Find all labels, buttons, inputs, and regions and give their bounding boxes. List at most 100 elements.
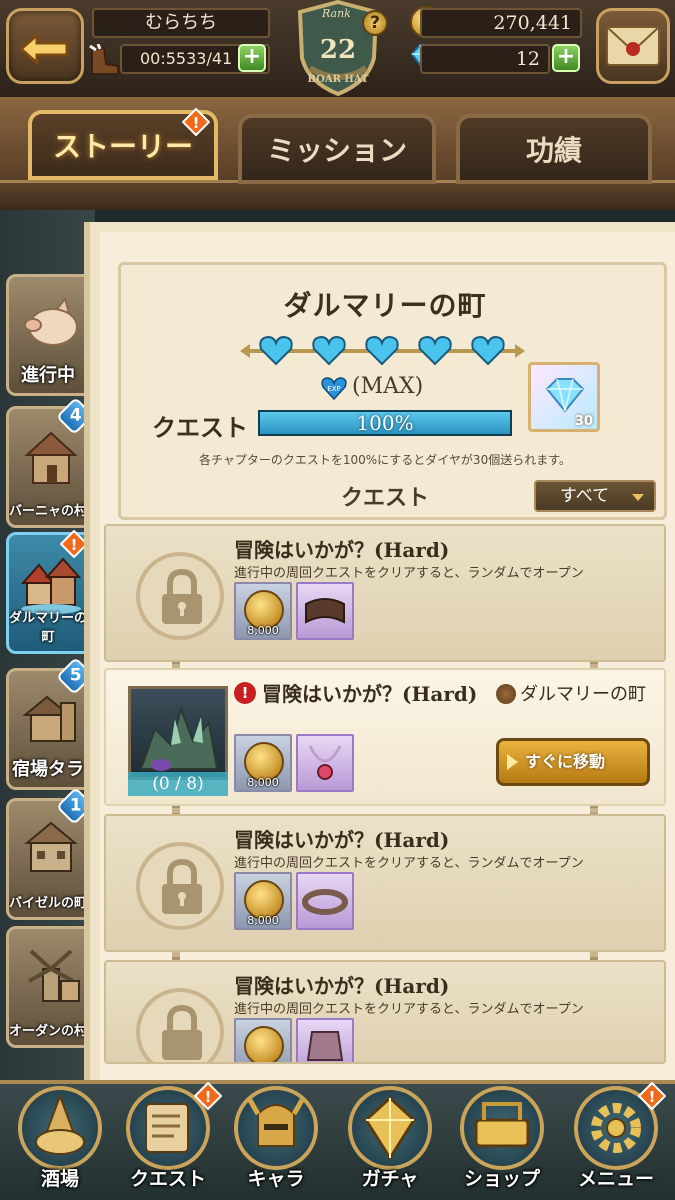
nav-shop[interactable]: ショップ — [452, 1080, 552, 1200]
heart-icon — [312, 335, 346, 366]
affinity-hearts — [240, 335, 525, 366]
gacha-gem-icon — [364, 1095, 416, 1161]
chevron-down-icon — [632, 494, 644, 501]
town-marker-icon — [496, 684, 516, 704]
player-name: むらちち — [92, 8, 270, 38]
back-button[interactable] — [6, 8, 84, 84]
stamina-value: 33/41 — [186, 49, 233, 68]
svg-text:!: ! — [205, 1088, 212, 1106]
nav-label: メニュー — [577, 1168, 654, 1190]
menu-alert-icon: ! — [638, 1082, 666, 1110]
rank-label: Rank — [322, 7, 351, 20]
gold-amount: 270,441 — [420, 8, 582, 38]
story-alert-icon: ! — [182, 108, 210, 136]
armor-icon — [306, 1031, 344, 1061]
svg-text:!: ! — [71, 536, 78, 554]
exclamation-icon: ! — [234, 682, 256, 704]
exp-heart-icon: EXP — [321, 377, 347, 401]
svg-text:EXP: EXP — [327, 385, 340, 393]
quest-town: ダルマリーの町 — [520, 684, 646, 705]
nav-tavern[interactable]: 酒場 — [10, 1080, 110, 1200]
tab-achievements[interactable]: 功績 — [456, 114, 652, 184]
coin-reward: 8,000 — [234, 872, 292, 930]
knight-helmet-icon — [247, 1098, 305, 1147]
lock-icon — [162, 1004, 202, 1060]
mail-button[interactable] — [596, 8, 670, 84]
nav-gacha[interactable]: ガチャ — [340, 1080, 440, 1200]
quest-progress-count: (0 / 8) — [128, 772, 228, 796]
rank-title: BOAR HAT — [307, 74, 369, 85]
nav-characters[interactable]: キャラ — [226, 1080, 326, 1200]
lock-badge — [136, 552, 224, 640]
play-icon — [507, 754, 518, 770]
filter-value: すべて — [560, 486, 610, 506]
inn-house-icon — [22, 695, 76, 742]
completion-reward[interactable]: 30 — [528, 362, 600, 432]
lock-icon — [162, 858, 202, 914]
stamina-timer: 00:55 — [140, 49, 187, 68]
bracer-icon — [305, 598, 345, 624]
chapter-title: ダルマリーの町 — [283, 289, 487, 322]
sidebar-label: オーダンの村 — [9, 1024, 88, 1039]
item-reward — [296, 734, 354, 792]
windmill-icon — [28, 949, 80, 1002]
stamina-boot-icon — [86, 43, 122, 78]
go-now-button[interactable]: すぐに移動 — [496, 738, 650, 786]
item-reward — [296, 582, 354, 640]
crystal-rock-icon — [139, 705, 219, 771]
back-arrow-icon — [18, 31, 69, 67]
coin-reward: 8,000 — [234, 734, 292, 792]
quest-description: 進行中の周回クエストをクリアすると、ランダムでオープン — [234, 856, 584, 871]
quest-progress-bar: 100% — [258, 410, 512, 436]
item-reward — [296, 872, 354, 930]
tab-mission[interactable]: ミッション — [238, 114, 436, 184]
svg-text:!: ! — [649, 1088, 656, 1106]
heart-icon — [418, 335, 452, 366]
progress-text: 100% — [356, 411, 414, 435]
envelope-icon — [606, 26, 660, 66]
sidebar-label: ダルマリーの町 — [9, 611, 88, 645]
belt-icon — [302, 889, 348, 915]
nav-label: キャラ — [247, 1168, 305, 1190]
quest-card[interactable]: 冒険はいかが？(Hard) 進行中の周回クエストをクリアすると、ランダムでオープ… — [104, 524, 666, 662]
nav-label: ショップ — [463, 1168, 540, 1190]
quest-progress-label: クエスト — [152, 414, 248, 442]
quest-name: 冒険はいかが？(Hard) — [234, 538, 450, 562]
lock-icon — [162, 568, 202, 624]
coin-reward: 8,000 — [234, 582, 292, 640]
diamond-amount: 12 — [420, 44, 550, 74]
rank-value: 22 — [319, 35, 357, 65]
item-reward — [296, 1018, 354, 1062]
sidebar-item-ordan-village[interactable]: オーダンの村 — [6, 926, 90, 1048]
quest-card[interactable]: 冒険はいかが？(Hard) 進行中の周回クエストをクリアすると、ランダムでオープ… — [104, 960, 666, 1064]
nav-label: クエスト — [129, 1168, 206, 1190]
rank-help-icon[interactable]: ? — [362, 10, 388, 36]
necklace-icon — [308, 745, 342, 780]
quest-description: 進行中の周回クエストをクリアすると、ランダムでオープン — [234, 566, 584, 581]
heart-icon — [365, 335, 399, 366]
quest-card-active[interactable]: (0 / 8) ! 冒険はいかが？(Hard) ダルマリーの町 8,000 すぐ… — [104, 668, 666, 806]
coin-reward-amount: 8,000 — [247, 624, 279, 637]
reward-count: 30 — [574, 414, 593, 429]
quest-card[interactable]: 冒険はいかが？(Hard) 進行中の周回クエストをクリアすると、ランダムでオープ… — [104, 814, 666, 952]
shop-sign-icon — [474, 1102, 530, 1148]
add-stamina-button[interactable]: + — [238, 44, 266, 72]
sidebar-label: 進行中 — [21, 365, 75, 386]
svg-text:!: ! — [193, 114, 200, 132]
quest-alert-icon: ! — [194, 1082, 222, 1110]
sidebar-label: 宿場タラ — [12, 759, 84, 780]
tavern-hat-icon — [35, 1093, 85, 1155]
quest-name: 冒険はいかが？(Hard) — [262, 682, 478, 706]
tab-shelf — [0, 180, 675, 210]
vaizel-house-icon — [24, 821, 78, 872]
heart-icon — [259, 335, 293, 366]
coin-reward-amount: 8,000 — [247, 776, 279, 789]
lock-badge — [136, 842, 224, 930]
add-diamond-button[interactable]: + — [552, 44, 580, 72]
completion-note: 各チャプターのクエストを100%にするとダイヤが30個送られます。 — [198, 453, 572, 467]
quest-filter-dropdown[interactable]: すべて — [534, 480, 656, 512]
coin-icon — [244, 1026, 284, 1062]
exp-status: (MAX) — [352, 374, 424, 399]
coin-reward — [234, 1018, 292, 1062]
quest-name: 冒険はいかが？(Hard) — [234, 974, 450, 998]
